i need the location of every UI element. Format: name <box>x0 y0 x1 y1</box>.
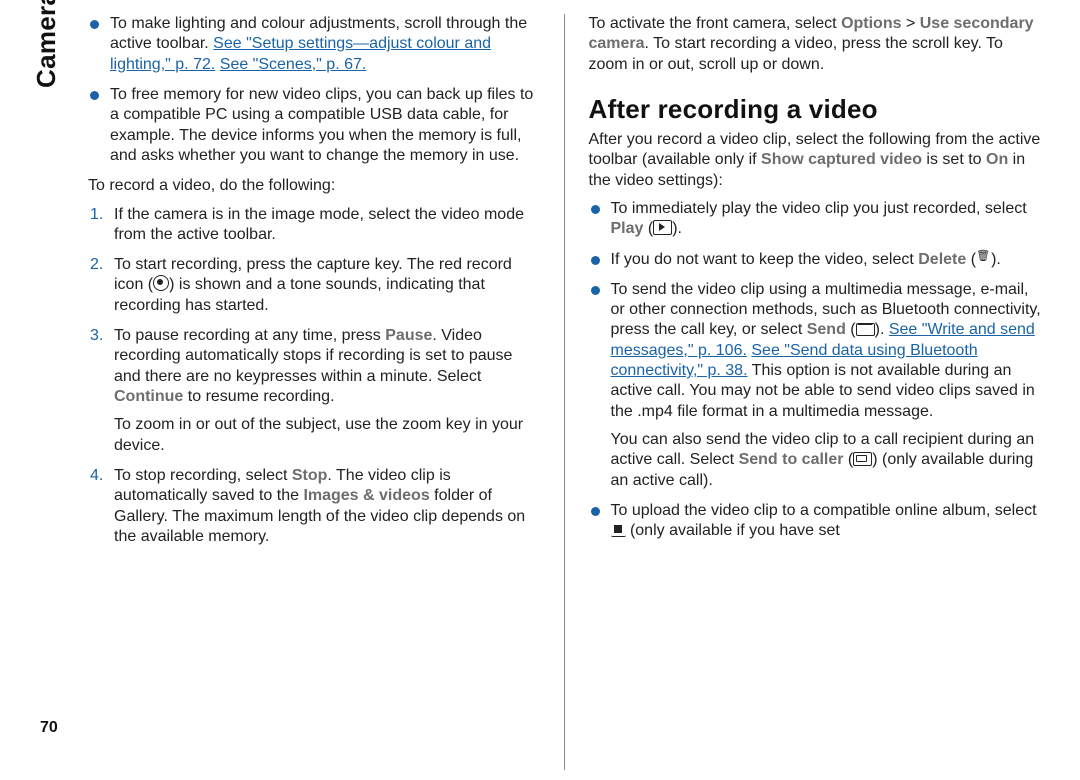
step-3: To pause recording at any time, press Pa… <box>88 326 544 456</box>
right-column: To activate the front camera, select Opt… <box>565 14 1045 770</box>
step-4: To stop recording, select Stop. The vide… <box>88 466 544 547</box>
bullet-delete: If you do not want to keep the video, se… <box>589 250 1045 270</box>
label-send-to-caller: Send to caller <box>739 451 844 468</box>
section-tab-label: Camera <box>30 0 63 88</box>
content-columns: To make lighting and colour adjustments,… <box>74 14 1044 770</box>
after-intro: After you record a video clip, select th… <box>589 130 1045 191</box>
bullet-play: To immediately play the video clip you j… <box>589 199 1045 240</box>
record-intro: To record a video, do the following: <box>88 176 544 196</box>
label-stop: Stop <box>292 467 328 484</box>
heading-after-recording: After recording a video <box>589 93 1045 126</box>
send-to-caller-icon <box>853 452 872 466</box>
delete-icon <box>976 253 991 266</box>
play-icon <box>653 220 672 235</box>
bullet-send: To send the video clip using a multimedi… <box>589 280 1045 491</box>
label-show-captured: Show captured video <box>761 151 922 168</box>
label-pause: Pause <box>385 327 432 344</box>
label-send: Send <box>807 321 846 338</box>
label-delete: Delete <box>918 251 966 268</box>
step-2: To start recording, press the capture ke… <box>88 255 544 316</box>
left-column: To make lighting and colour adjustments,… <box>74 14 565 770</box>
send-icon <box>856 323 875 336</box>
bullet-free-memory: To free memory for new video clips, you … <box>88 85 544 166</box>
step-1: If the camera is in the image mode, sele… <box>88 205 544 246</box>
label-on: On <box>986 151 1008 168</box>
page: Camera 70 To make lighting and colour ad… <box>0 0 1080 780</box>
bullet-lighting: To make lighting and colour adjustments,… <box>88 14 544 75</box>
record-icon <box>153 275 169 291</box>
front-camera-paragraph: To activate the front camera, select Opt… <box>589 14 1045 75</box>
page-number: 70 <box>40 718 58 738</box>
link-scenes[interactable]: See "Scenes," p. 67. <box>220 56 367 73</box>
label-continue: Continue <box>114 388 183 405</box>
sidebar: Camera 70 <box>14 14 74 770</box>
label-play: Play <box>611 220 644 237</box>
upload-icon <box>611 523 626 537</box>
label-images-videos: Images & videos <box>303 487 429 504</box>
label-options: Options <box>841 15 901 32</box>
bullet-upload: To upload the video clip to a compatible… <box>589 501 1045 542</box>
step-3-zoom: To zoom in or out of the subject, use th… <box>114 416 523 453</box>
